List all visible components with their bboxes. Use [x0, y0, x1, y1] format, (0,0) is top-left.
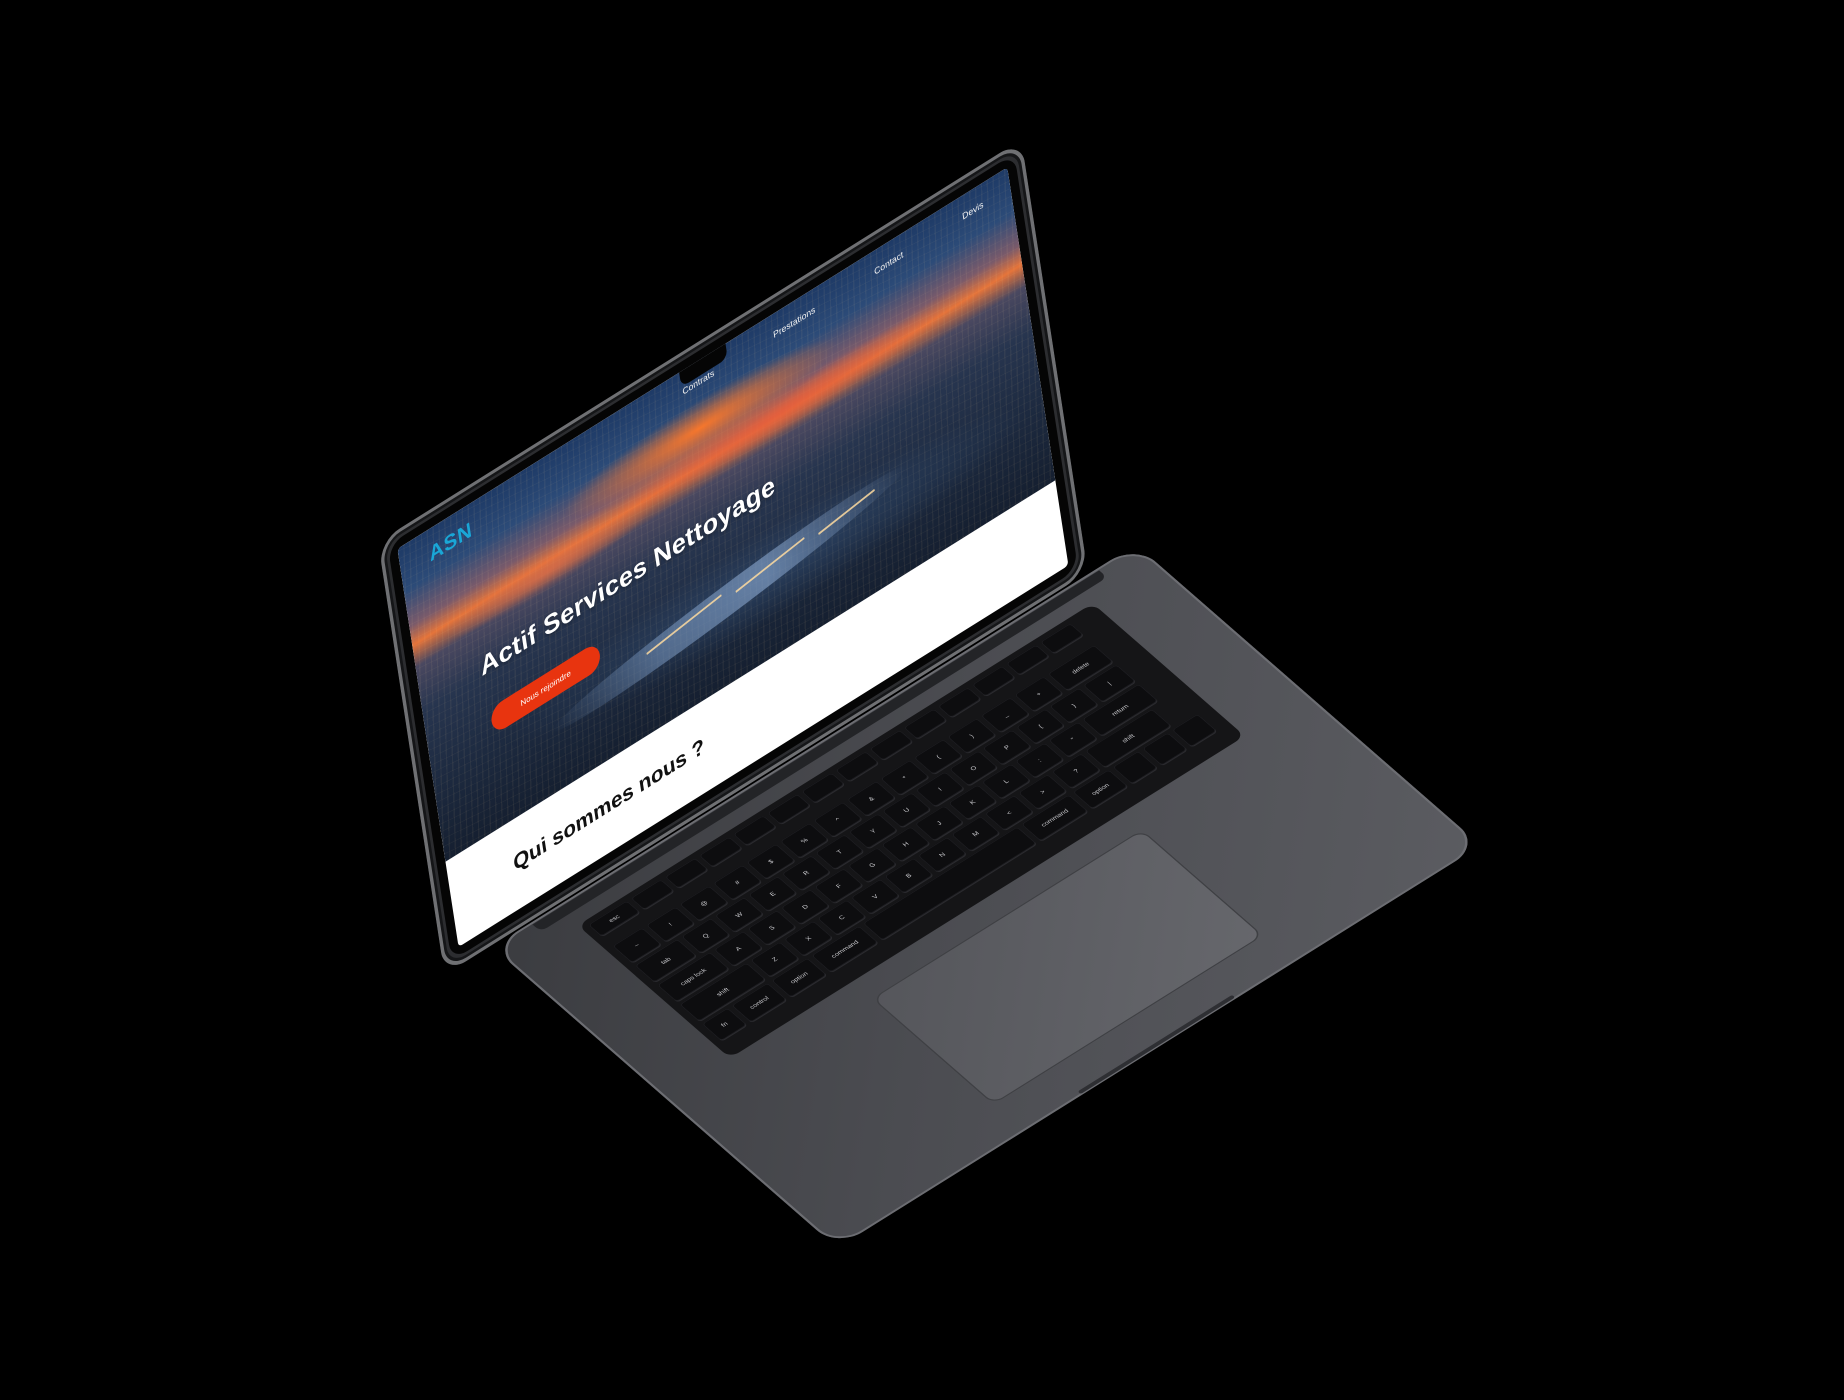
- key[interactable]: [869, 729, 913, 761]
- key[interactable]: [937, 687, 982, 718]
- key[interactable]: [664, 858, 709, 889]
- key[interactable]: [767, 793, 811, 825]
- key[interactable]: [698, 836, 743, 868]
- key[interactable]: [733, 815, 777, 846]
- key[interactable]: [1040, 623, 1084, 654]
- key[interactable]: [1005, 644, 1050, 676]
- laptop-mockup: esc ~! @ # $% ^ & *() _ + delete tab Q W E R T Y U I O P{} | ca…: [0, 0, 1844, 1400]
- key[interactable]: [835, 751, 879, 782]
- key[interactable]: [630, 879, 675, 910]
- key[interactable]: [801, 772, 845, 804]
- key[interactable]: [971, 665, 1016, 697]
- key[interactable]: [903, 708, 948, 740]
